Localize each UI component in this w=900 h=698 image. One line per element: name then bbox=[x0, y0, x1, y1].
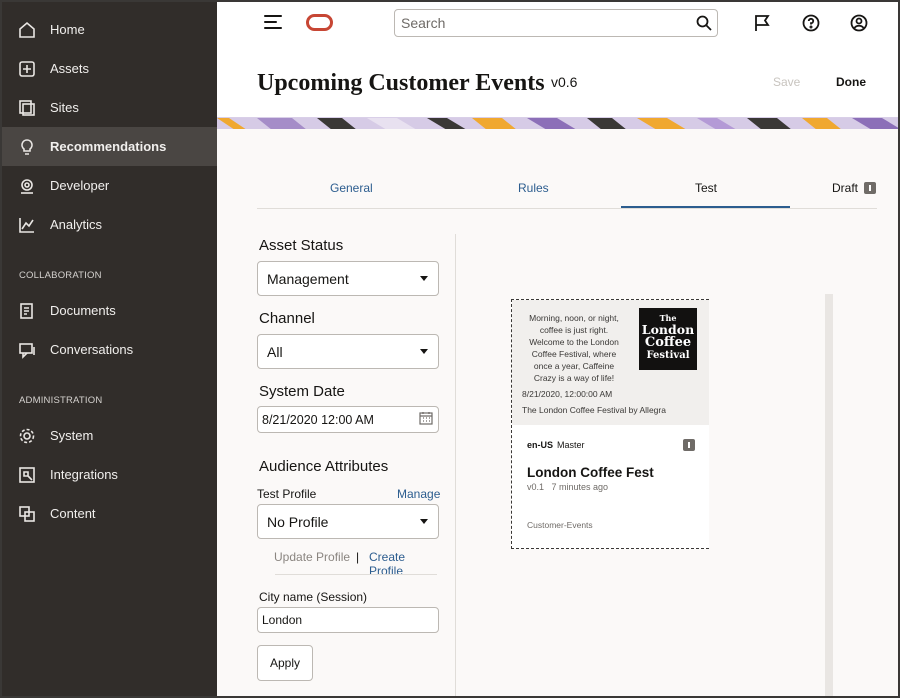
tab-general[interactable]: General bbox=[330, 181, 373, 195]
sidebar-item-label: Analytics bbox=[50, 217, 103, 232]
preview-version: v0.1 7 minutes ago bbox=[527, 482, 609, 492]
sidebar-item-label: Conversations bbox=[50, 342, 134, 357]
app-window: Home Assets Sites Recommendations Develo… bbox=[0, 0, 900, 698]
sidebar-item-label: Developer bbox=[50, 178, 110, 193]
system-date-value: 8/21/2020 12:00 AM bbox=[262, 412, 374, 427]
selected-tab-indicator bbox=[621, 206, 790, 208]
content-icon bbox=[18, 505, 36, 523]
search-input[interactable] bbox=[395, 10, 691, 36]
update-profile-link[interactable]: Update Profile bbox=[274, 550, 350, 564]
sidebar-item-label: Integrations bbox=[50, 467, 118, 482]
sidebar-item-label: Assets bbox=[50, 61, 90, 76]
analytics-icon bbox=[18, 216, 36, 234]
home-icon bbox=[18, 21, 36, 39]
integrations-icon bbox=[18, 466, 36, 484]
apply-button[interactable]: Apply bbox=[257, 645, 313, 681]
sidebar-item-label: System bbox=[50, 428, 94, 443]
london-coffee-festival-logo: The London Coffee Festival bbox=[639, 308, 697, 370]
assets-icon bbox=[18, 60, 36, 78]
profile-value: No Profile bbox=[267, 513, 329, 530]
page-title: Upcoming Customer Events bbox=[257, 70, 545, 96]
test-profile-select[interactable]: No Profile bbox=[257, 504, 439, 539]
sidebar-item-documents[interactable]: Documents bbox=[2, 291, 217, 330]
channel-select[interactable]: All bbox=[257, 334, 439, 369]
tab-rules[interactable]: Rules bbox=[518, 181, 549, 195]
preview-blurb: Morning, noon, or night, coffee is just … bbox=[529, 313, 619, 383]
sidebar-item-sites[interactable]: Sites bbox=[2, 88, 217, 127]
hamburger-menu-icon[interactable] bbox=[264, 15, 282, 29]
chevron-down-icon bbox=[420, 276, 428, 281]
info-badge-icon bbox=[683, 439, 695, 451]
link-separator: | bbox=[356, 550, 360, 564]
sidebar-item-assets[interactable]: Assets bbox=[2, 49, 217, 88]
info-badge-icon bbox=[864, 182, 877, 194]
tab-bar: General Rules Test Draft bbox=[257, 169, 877, 209]
asset-preview-card[interactable]: Morning, noon, or night, coffee is just … bbox=[511, 299, 709, 549]
chevron-down-icon bbox=[420, 519, 428, 524]
city-name-label: City name (Session) bbox=[259, 590, 368, 604]
search-icon[interactable] bbox=[691, 10, 717, 36]
flag-icon[interactable] bbox=[752, 13, 772, 33]
panel-divider bbox=[455, 234, 456, 696]
developer-icon bbox=[18, 177, 36, 195]
sidebar-item-label: Documents bbox=[50, 303, 116, 318]
draft-label: Draft bbox=[832, 181, 859, 195]
audience-attributes-heading: Audience Attributes bbox=[259, 458, 389, 475]
decorative-banner bbox=[217, 117, 898, 129]
sidebar-item-integrations[interactable]: Integrations bbox=[2, 455, 217, 494]
sidebar-item-label: Content bbox=[50, 506, 96, 521]
sites-icon bbox=[18, 99, 36, 117]
asset-status-value: Management bbox=[267, 270, 349, 287]
test-profile-label: Test Profile bbox=[257, 487, 317, 501]
conversations-icon bbox=[18, 341, 36, 359]
city-name-input[interactable]: London bbox=[257, 607, 439, 633]
top-bar bbox=[217, 2, 898, 44]
preview-asset-name: London Coffee Fest bbox=[527, 465, 654, 480]
sidebar-item-analytics[interactable]: Analytics bbox=[2, 205, 217, 244]
preview-asset-type: Customer-Events bbox=[527, 520, 593, 530]
user-avatar-icon[interactable] bbox=[849, 13, 869, 33]
channel-label: Channel bbox=[259, 310, 315, 327]
preview-date: 8/21/2020, 12:00:00 AM bbox=[522, 389, 613, 399]
sidebar-item-label: Recommendations bbox=[50, 139, 167, 154]
main-content: General Rules Test Draft Asset Status Ma… bbox=[217, 129, 898, 696]
sidebar: Home Assets Sites Recommendations Develo… bbox=[2, 2, 217, 696]
preview-locale: en-US Master bbox=[527, 440, 585, 450]
help-icon[interactable] bbox=[801, 13, 821, 33]
asset-status-label: Asset Status bbox=[259, 237, 344, 254]
oracle-logo[interactable] bbox=[306, 14, 333, 31]
preview-thumbnail: Morning, noon, or night, coffee is just … bbox=[512, 300, 709, 425]
manage-link[interactable]: Manage bbox=[397, 487, 440, 501]
separator-line bbox=[275, 574, 437, 575]
sidebar-item-content[interactable]: Content bbox=[2, 494, 217, 533]
sidebar-item-recommendations[interactable]: Recommendations bbox=[2, 127, 217, 166]
system-date-label: System Date bbox=[259, 383, 345, 400]
sidebar-item-system[interactable]: System bbox=[2, 416, 217, 455]
chevron-down-icon bbox=[420, 349, 428, 354]
documents-icon bbox=[18, 302, 36, 320]
collaboration-section-label: COLLABORATION bbox=[19, 270, 102, 281]
sidebar-item-home[interactable]: Home bbox=[2, 10, 217, 49]
system-date-input[interactable]: 8/21/2020 12:00 AM bbox=[257, 406, 439, 433]
preview-scrollbar[interactable] bbox=[825, 294, 833, 696]
gear-icon bbox=[18, 427, 36, 445]
asset-status-select[interactable]: Management bbox=[257, 261, 439, 296]
sidebar-item-label: Home bbox=[50, 22, 85, 37]
calendar-icon[interactable] bbox=[419, 411, 433, 428]
channel-value: All bbox=[267, 343, 283, 360]
administration-section-label: ADMINISTRATION bbox=[19, 395, 103, 406]
version-label: v0.6 bbox=[551, 74, 578, 90]
draft-status: Draft bbox=[832, 181, 877, 195]
tab-test[interactable]: Test bbox=[695, 181, 717, 195]
city-value: London bbox=[262, 613, 303, 627]
sidebar-item-conversations[interactable]: Conversations bbox=[2, 330, 217, 369]
preview-source: The London Coffee Festival by Allegra bbox=[522, 405, 666, 415]
sidebar-item-developer[interactable]: Developer bbox=[2, 166, 217, 205]
save-button[interactable]: Save bbox=[773, 75, 800, 89]
sidebar-item-label: Sites bbox=[50, 100, 79, 115]
done-button[interactable]: Done bbox=[836, 75, 866, 89]
search-box bbox=[394, 9, 718, 37]
page-header: Upcoming Customer Events v0.6 Save Done bbox=[217, 44, 898, 120]
lightbulb-icon bbox=[18, 138, 36, 156]
